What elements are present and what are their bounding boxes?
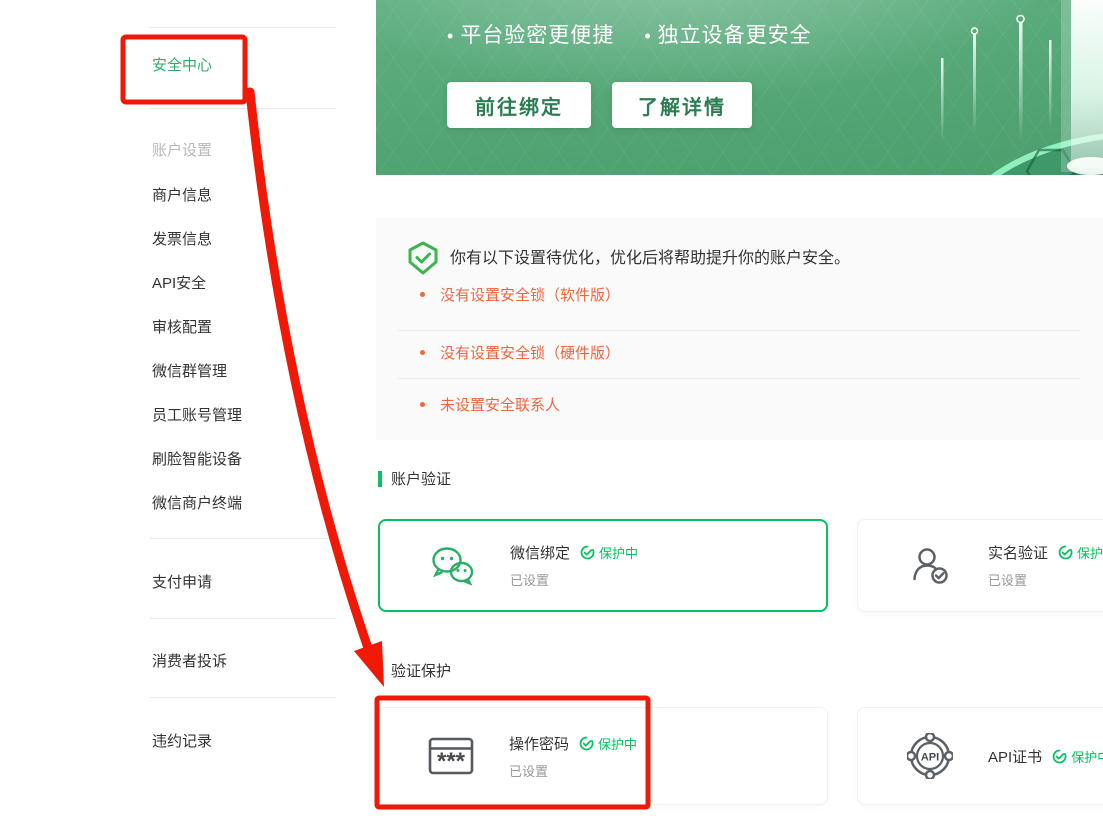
shield-status-icon bbox=[579, 736, 594, 751]
section-bar bbox=[378, 471, 382, 487]
sidebar-item-merchant-info[interactable]: 商户信息 bbox=[152, 184, 212, 205]
notice-item-softlock[interactable]: 没有设置安全锁（软件版） bbox=[420, 284, 620, 305]
notice-title: 你有以下设置待优化，优化后将帮助提升你的账户安全。 bbox=[450, 244, 850, 268]
sidebar-item-review-config[interactable]: 审核配置 bbox=[152, 316, 212, 337]
learn-more-button[interactable]: 了解详情 bbox=[612, 82, 752, 128]
api-certificate-icon: API bbox=[907, 733, 953, 779]
sidebar-group-account-settings: 账户设置 bbox=[152, 139, 212, 160]
card-sub-status: 已设置 bbox=[509, 761, 637, 780]
protection-status: 保护中 bbox=[1058, 543, 1103, 562]
sidebar-item-staff-accounts[interactable]: 员工账号管理 bbox=[152, 404, 242, 425]
annotation-arrow-shaft bbox=[250, 92, 368, 648]
banner-feature-2: •独立设备更安全 bbox=[644, 19, 811, 49]
security-banner: •平台验密更便捷 •独立设备更安全 前往绑定 了解详情 bbox=[376, 0, 1103, 175]
sidebar-item-merchant-terminal[interactable]: 微信商户终端 bbox=[152, 492, 242, 513]
card-title: 实名验证 bbox=[988, 542, 1048, 563]
svg-text:API: API bbox=[921, 752, 939, 764]
card-operation-password[interactable]: *** 操作密码 保护中 已设置 bbox=[378, 707, 828, 805]
card-title: 微信绑定 bbox=[510, 542, 570, 563]
sidebar-item-wechat-group[interactable]: 微信群管理 bbox=[152, 360, 227, 381]
section-verification-protection: 验证保护 bbox=[378, 660, 451, 681]
security-optimization-notice: 你有以下设置待优化，优化后将帮助提升你的账户安全。 没有设置安全锁（软件版） 没… bbox=[376, 218, 1103, 440]
sidebar-item-payment-application[interactable]: 支付申请 bbox=[152, 571, 212, 592]
security-center-page: 安全中心 账户设置 商户信息 发票信息 API安全 审核配置 微信群管理 员工账… bbox=[0, 0, 1103, 827]
sidebar-item-face-devices[interactable]: 刷脸智能设备 bbox=[152, 448, 242, 469]
notice-item-contact[interactable]: 未设置安全联系人 bbox=[420, 394, 560, 415]
wechat-icon bbox=[428, 545, 476, 587]
shield-status-icon bbox=[1052, 749, 1067, 764]
password-window-icon: *** bbox=[428, 736, 474, 776]
protection-status: 保护中 bbox=[579, 734, 637, 753]
sidebar-divider bbox=[150, 697, 336, 698]
bullet-dot bbox=[420, 350, 425, 355]
shield-status-icon bbox=[1058, 545, 1073, 560]
section-account-verification: 账户验证 bbox=[378, 468, 451, 489]
person-check-icon bbox=[908, 544, 952, 588]
card-sub-status: 已设置 bbox=[510, 570, 638, 589]
card-api-certificate[interactable]: API API证书 保护中 bbox=[857, 707, 1103, 805]
go-bind-button[interactable]: 前往绑定 bbox=[447, 82, 591, 128]
sidebar-item-violation-records[interactable]: 违约记录 bbox=[152, 730, 212, 751]
card-title: 操作密码 bbox=[509, 733, 569, 754]
banner-headline: •平台验密更便捷 •独立设备更安全 bbox=[447, 19, 812, 49]
sidebar-divider bbox=[150, 618, 336, 619]
section-bar bbox=[378, 663, 382, 679]
card-realname-verification[interactable]: 实名验证 保护中 已设置 bbox=[857, 519, 1103, 612]
sidebar-item-invoice-info[interactable]: 发票信息 bbox=[152, 228, 212, 249]
card-wechat-binding[interactable]: 微信绑定 保护中 已设置 bbox=[378, 519, 828, 612]
sidebar-item-security-center[interactable]: 安全中心 bbox=[152, 54, 212, 75]
svg-text:***: *** bbox=[437, 748, 466, 775]
sidebar-item-consumer-complaints[interactable]: 消费者投诉 bbox=[152, 650, 227, 671]
security-platform-illustration bbox=[823, 0, 1103, 175]
notice-item-hardlock[interactable]: 没有设置安全锁（硬件版） bbox=[420, 342, 620, 363]
banner-feature-1: •平台验密更便捷 bbox=[447, 19, 614, 49]
sidebar-divider bbox=[150, 27, 336, 28]
sidebar-item-api-security[interactable]: API安全 bbox=[152, 272, 206, 293]
card-title: API证书 bbox=[988, 746, 1042, 767]
sidebar-divider bbox=[150, 538, 336, 539]
shield-check-icon bbox=[407, 241, 439, 275]
bullet-dot bbox=[420, 292, 425, 297]
bullet-dot bbox=[420, 402, 425, 407]
protection-status: 保护中 bbox=[580, 543, 638, 562]
notice-divider bbox=[398, 330, 1081, 331]
sidebar-divider bbox=[150, 108, 336, 109]
protection-status: 保护中 bbox=[1052, 747, 1103, 766]
notice-divider bbox=[398, 378, 1081, 379]
shield-status-icon bbox=[580, 545, 595, 560]
card-sub-status: 已设置 bbox=[988, 570, 1103, 589]
